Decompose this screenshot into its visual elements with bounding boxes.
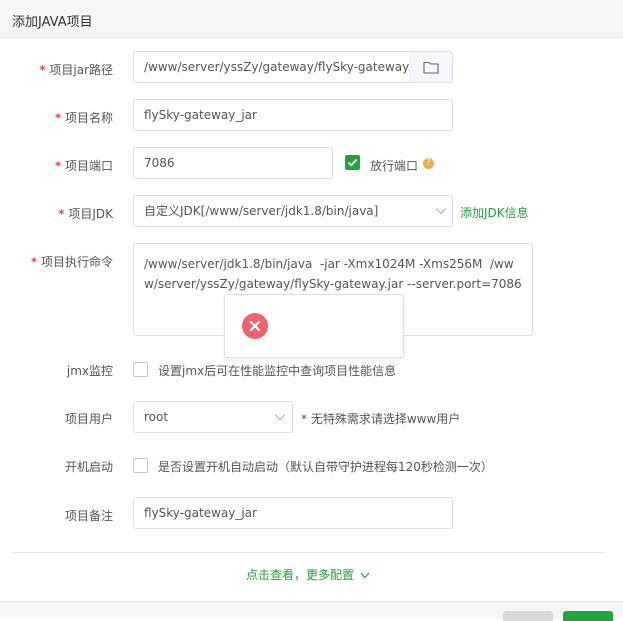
project-user-label: 项目用户 <box>64 412 113 426</box>
confirm-button[interactable] <box>563 611 613 621</box>
project-jdk-value: 自定义JDK[/www/server/jdk1.8/bin/java] <box>144 204 379 218</box>
remark-label: 项目备注 <box>64 509 113 523</box>
cancel-button[interactable] <box>503 611 553 621</box>
project-user-hint: * 无特殊需求请选择www用户 <box>301 412 461 426</box>
jmx-description: 设置jmx后可在性能监控中查询项目性能信息 <box>158 364 397 378</box>
autostart-checkbox[interactable] <box>133 458 148 473</box>
jar-path-input[interactable]: /www/server/yssZy/gateway/flySky-gateway… <box>133 51 410 83</box>
autostart-label: 开机启动 <box>64 460 113 474</box>
project-name-label: * 项目名称 <box>54 111 113 125</box>
project-name-input[interactable]: flySky-gateway_jar <box>133 99 453 131</box>
remark-input[interactable]: flySky-gateway_jar <box>133 497 453 529</box>
project-port-label: * 项目端口 <box>54 159 113 173</box>
question-icon[interactable]: ? <box>423 158 434 169</box>
project-jdk-select[interactable]: 自定义JDK[/www/server/jdk1.8/bin/java] <box>133 195 453 227</box>
check-icon <box>347 158 358 167</box>
autostart-description: 是否设置开机自动启动（默认自带守护进程每120秒检测一次） <box>158 460 493 474</box>
project-user-value: root <box>144 410 169 424</box>
error-icon <box>242 313 268 339</box>
add-jdk-link[interactable]: 添加JDK信息 <box>460 204 529 221</box>
more-config-link[interactable]: 点击查看，更多配置 <box>246 566 370 583</box>
dialog-title-bar: 添加JAVA项目 <box>0 0 623 38</box>
project-user-select[interactable]: root <box>133 401 293 433</box>
allow-port-label[interactable]: 放行端口 <box>370 157 418 174</box>
divider <box>13 552 605 553</box>
error-popup <box>224 294 404 358</box>
chevron-down-icon <box>435 208 447 215</box>
jar-path-label: * 项目jar路径 <box>39 63 113 77</box>
jmx-label: jmx监控 <box>66 364 113 378</box>
more-config-label: 点击查看，更多配置 <box>246 568 355 582</box>
allow-port-checkbox[interactable] <box>345 155 360 170</box>
dialog-title: 添加JAVA项目 <box>12 15 93 30</box>
project-port-input[interactable]: 7086 <box>133 147 333 179</box>
project-jdk-label: * 项目JDK <box>58 207 113 221</box>
exec-command-label: * 项目执行命令 <box>30 255 113 269</box>
select-folder-button[interactable] <box>409 51 453 83</box>
folder-icon <box>423 61 439 74</box>
jmx-checkbox[interactable] <box>133 362 148 377</box>
chevron-down-icon <box>274 414 286 421</box>
chevron-down-icon <box>360 572 370 579</box>
